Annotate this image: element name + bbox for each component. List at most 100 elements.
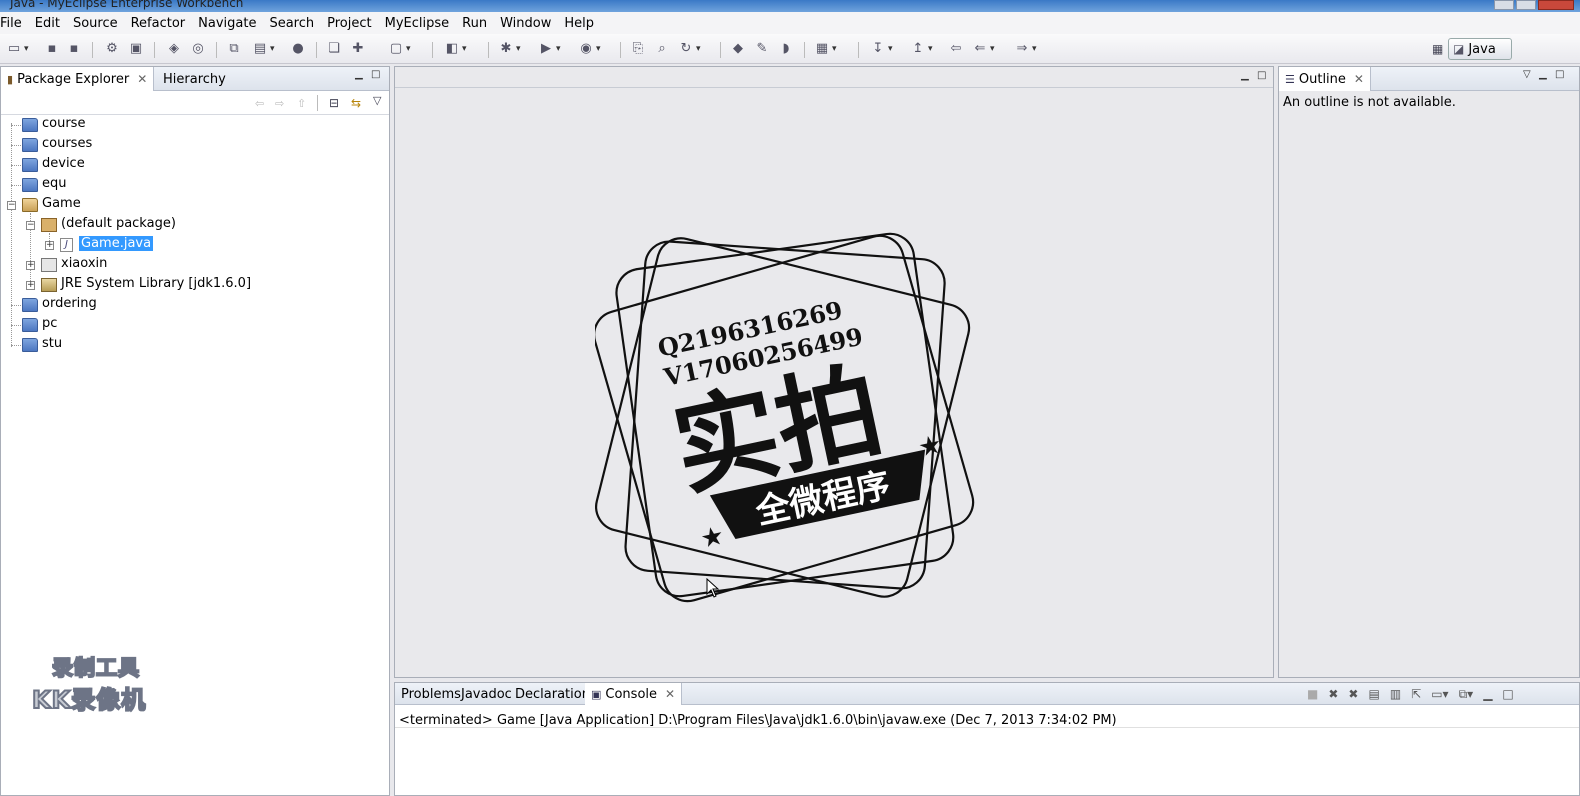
- minimize-view-icon[interactable]: ▁: [1539, 70, 1549, 80]
- tab-outline[interactable]: ☰ Outline ✕: [1279, 67, 1371, 91]
- expand-toggle-icon[interactable]: +: [26, 281, 35, 290]
- collapse-toggle-icon[interactable]: −: [7, 201, 16, 210]
- tab-package-explorer[interactable]: ▮ Package Explorer ✕: [1, 67, 155, 91]
- menu-edit[interactable]: Edit: [28, 16, 66, 31]
- prev-annotation-icon[interactable]: ↥: [910, 41, 933, 57]
- menu-window[interactable]: Window: [493, 16, 557, 31]
- tab-console[interactable]: ▣ Console ✕: [585, 683, 683, 705]
- deploy-icon[interactable]: ◈: [166, 41, 182, 57]
- menu-file[interactable]: File: [0, 16, 28, 31]
- console-divider: [395, 727, 1579, 728]
- close-icon[interactable]: ✕: [665, 687, 675, 701]
- open-project-icon: [22, 198, 38, 212]
- build-icon[interactable]: ⚙: [104, 41, 120, 57]
- globe-icon[interactable]: ●: [290, 41, 306, 57]
- remove-launch-icon[interactable]: ✖: [1328, 687, 1338, 702]
- minimize-view-icon[interactable]: ▁: [355, 70, 365, 80]
- maximize-window-button[interactable]: [1516, 0, 1536, 10]
- launch-config-icon[interactable]: ◧: [444, 41, 467, 57]
- next-annotation-icon[interactable]: ↧: [870, 41, 893, 57]
- new-icon[interactable]: ▭: [6, 41, 29, 57]
- expand-toggle-icon[interactable]: +: [26, 261, 35, 270]
- toolbar-separator: [154, 42, 155, 58]
- menu-run[interactable]: Run: [455, 16, 493, 31]
- maximize-view-icon[interactable]: □: [1502, 687, 1513, 702]
- tab-hierarchy[interactable]: Hierarchy: [157, 67, 232, 91]
- maximize-view-icon[interactable]: □: [1257, 71, 1267, 81]
- project-folder-icon: [22, 118, 38, 132]
- pin-console-icon[interactable]: ⇱: [1411, 687, 1421, 702]
- menu-navigate[interactable]: Navigate: [191, 16, 262, 31]
- close-icon[interactable]: ✕: [1354, 72, 1364, 86]
- tree-guide: [11, 185, 21, 186]
- edit-icon[interactable]: ✎: [754, 41, 770, 57]
- back-icon[interactable]: ⇦: [255, 97, 264, 110]
- last-edit-icon[interactable]: ⇦: [948, 41, 964, 57]
- menu-source[interactable]: Source: [66, 16, 124, 31]
- remove-all-icon[interactable]: ✖: [1348, 687, 1358, 702]
- tab-outline-label: Outline: [1298, 71, 1346, 87]
- forward-icon[interactable]: ⇨: [275, 97, 284, 110]
- tree-guide: [11, 125, 21, 126]
- tab-package-explorer-label: Package Explorer: [17, 71, 130, 87]
- search-icon[interactable]: ⌕: [654, 41, 670, 57]
- refresh-icon[interactable]: ↻: [678, 41, 701, 57]
- collapse-toggle-icon[interactable]: −: [26, 221, 35, 230]
- tab-declaration[interactable]: Declaration: [509, 683, 596, 705]
- display-console-icon[interactable]: ▭▾: [1431, 687, 1448, 702]
- menu-search[interactable]: Search: [262, 16, 320, 31]
- menu-myeclipse[interactable]: MyEclipse: [378, 16, 456, 31]
- console-icon[interactable]: ▣: [128, 41, 144, 57]
- close-icon[interactable]: ✕: [137, 72, 147, 86]
- run-icon[interactable]: ▶: [538, 41, 561, 57]
- editor-controls: ▁ □: [1241, 71, 1267, 81]
- up-icon[interactable]: ⇧: [297, 97, 306, 110]
- forward-icon[interactable]: ⇒: [1014, 41, 1037, 57]
- scroll-lock-icon[interactable]: ▥: [1390, 687, 1401, 702]
- minimize-window-button[interactable]: [1494, 0, 1514, 10]
- view-menu-icon[interactable]: ▽: [373, 94, 381, 107]
- new-class-icon[interactable]: ▢: [388, 41, 411, 57]
- external-tools-icon[interactable]: ◉: [578, 41, 600, 57]
- java-perspective-label: Java: [1468, 41, 1496, 57]
- expand-toggle-icon[interactable]: +: [45, 241, 54, 250]
- open-perspective-icon[interactable]: ⎘: [630, 41, 646, 57]
- tab-declaration-label: Declaration: [515, 686, 590, 702]
- annotation-icon[interactable]: ▦: [814, 41, 837, 57]
- bookmark-icon[interactable]: ◗: [778, 41, 794, 57]
- maximize-view-icon[interactable]: □: [371, 70, 381, 80]
- maximize-view-icon[interactable]: □: [1555, 70, 1565, 80]
- open-folder-icon[interactable]: ❏: [326, 41, 342, 57]
- web-icon[interactable]: ▤: [252, 41, 275, 57]
- console-icon: ▣: [591, 687, 602, 701]
- minimize-view-icon[interactable]: ▁: [1241, 71, 1251, 81]
- open-console-icon[interactable]: ⧉▾: [1459, 687, 1474, 702]
- back-icon[interactable]: ⇐: [972, 41, 995, 57]
- debug-icon[interactable]: ✱: [498, 41, 521, 57]
- terminate-icon[interactable]: ■: [1307, 687, 1318, 702]
- clear-console-icon[interactable]: ▤: [1368, 687, 1379, 702]
- outline-message: An outline is not available.: [1283, 95, 1456, 110]
- menu-refactor[interactable]: Refactor: [124, 16, 192, 31]
- view-menu-icon[interactable]: ▽: [1523, 70, 1533, 80]
- task-icon[interactable]: ◆: [730, 41, 746, 57]
- new-project-icon[interactable]: ✚: [350, 41, 366, 57]
- toolbar-separator: [432, 42, 433, 58]
- open-perspective-icon[interactable]: ▦: [1432, 42, 1446, 56]
- save-icon[interactable]: ▪: [44, 41, 60, 57]
- menu-help[interactable]: Help: [557, 16, 600, 31]
- minimize-view-icon[interactable]: ▁: [1483, 687, 1492, 702]
- package-explorer-toolbar: ⇦ ⇨ ⇧ ⊟ ⇆ ▽: [1, 91, 389, 115]
- menu-project[interactable]: Project: [320, 16, 377, 31]
- save-all-icon[interactable]: ▪: [66, 41, 82, 57]
- console-toolbar: ■ ✖ ✖ ▤ ▥ ⇱ ▭▾ ⧉▾ ▁ □: [1307, 687, 1514, 702]
- open-type-icon[interactable]: ⧉: [226, 41, 242, 57]
- console-output-line: <terminated> Game [Java Application] D:\…: [399, 713, 1117, 728]
- link-with-editor-icon[interactable]: ⇆: [351, 96, 361, 110]
- close-window-button[interactable]: [1538, 0, 1574, 10]
- java-perspective-button[interactable]: ◪ Java: [1448, 38, 1512, 60]
- server-icon[interactable]: ◎: [190, 41, 206, 57]
- collapse-all-icon[interactable]: ⊟: [329, 96, 339, 110]
- tree-item-label: equ: [42, 176, 67, 191]
- project-folder-icon: [22, 138, 38, 152]
